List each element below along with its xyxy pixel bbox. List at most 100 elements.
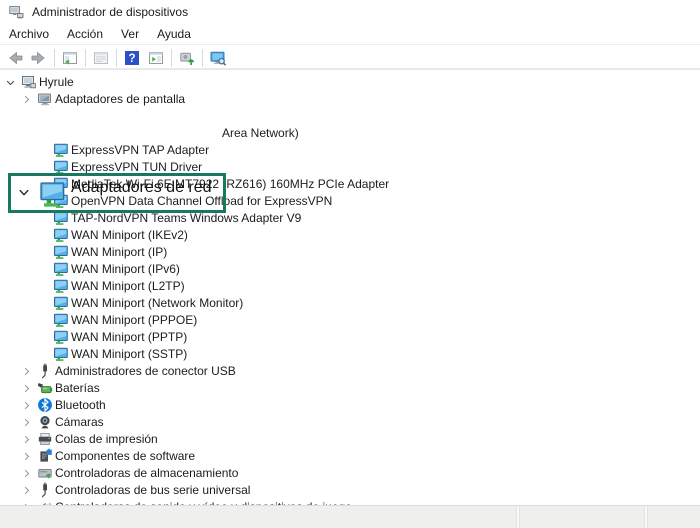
tree-item-adaptadores-de-pantalla[interactable]: Adaptadores de pantalla [0,91,700,108]
tree-item-controladoras-de-almacenamiento[interactable]: Controladoras de almacenamiento [0,465,700,482]
properties-button[interactable] [90,48,112,68]
tree-item-label: WAN Miniport (PPPOE) [71,313,198,327]
usb-icon [37,363,53,379]
chevron-right-icon[interactable] [21,400,32,411]
computer-icon [21,74,37,90]
tree-item-wan-miniport-ipv6[interactable]: WAN Miniport (IPv6) [0,261,700,278]
network-adapter-icon [53,142,69,158]
network-adapter-icon [53,312,69,328]
tree-item-area-network[interactable]: Area Network) [0,125,700,142]
tree-item-expressvpn-tap-adapter[interactable]: ExpressVPN TAP Adapter [0,142,700,159]
tree-item-wan-miniport-network-monitor[interactable]: WAN Miniport (Network Monitor) [0,295,700,312]
display-adapter-icon [37,91,53,107]
usb-icon [37,482,53,498]
tree-item-label: WAN Miniport (IPv6) [71,262,180,276]
tree-item-label: WAN Miniport (SSTP) [71,347,188,361]
device-manager-window: Administrador de dispositivos × ArchivoA… [0,0,700,528]
help-icon: ? [123,49,141,67]
device-manager-icon [209,49,227,67]
tree-item-label: Administradores de conector USB [55,364,236,378]
network-adapter-icon [53,278,69,294]
network-adapter-icon [53,295,69,311]
tree-item-wan-miniport-l2tp[interactable]: WAN Miniport (L2TP) [0,278,700,295]
tree-item-label: Componentes de software [55,449,196,463]
tree-item-controladoras-de-bus-serie-universal[interactable]: Controladoras de bus serie universal [0,482,700,499]
chevron-right-icon[interactable] [21,94,32,105]
menu-item-accion[interactable]: Acción [58,24,112,44]
tree-item-hyrule[interactable]: Hyrule [0,74,700,91]
chevron-right-icon[interactable] [21,383,32,394]
help-button[interactable]: ? [121,48,143,68]
network-adapter-icon [53,244,69,260]
highlight-box-adaptadores-de-red[interactable]: Adaptadores de red [8,173,226,213]
chevron-right-icon[interactable] [21,417,32,428]
toolbar-separator [116,48,117,67]
tree-item-colas-de-impresion[interactable]: Colas de impresión [0,431,700,448]
software-component-icon [37,448,53,464]
chevron-down-big-icon [17,185,31,199]
device-manager-button[interactable] [207,48,229,68]
forward-button[interactable] [28,48,50,68]
chevron-down-icon[interactable] [5,77,16,88]
tree-item-label: Cámaras [55,415,104,429]
camera-icon [37,414,53,430]
tree-item-componentes-de-software[interactable]: Componentes de software [0,448,700,465]
tree-item-camaras[interactable]: Cámaras [0,414,700,431]
tree-item-label: WAN Miniport (PPTP) [71,330,188,344]
chevron-right-icon[interactable] [21,468,32,479]
tree-item-label: Hyrule [39,75,74,89]
chevron-right-icon[interactable] [21,366,32,377]
tree-item-label: WAN Miniport (IP) [71,245,168,259]
toolbar-separator [54,48,55,67]
tree-item-wan-miniport-pppoe[interactable]: WAN Miniport (PPPOE) [0,312,700,329]
tree-item-wan-miniport-ikev2[interactable]: WAN Miniport (IKEv2) [0,227,700,244]
toolbar-group: ? [120,48,168,68]
network-adapter-icon [53,329,69,345]
toolbar-group [175,48,199,68]
toolbar-separator [171,48,172,67]
show-action-pane-button[interactable] [145,48,167,68]
toolbar-group [58,48,82,68]
network-adapter-icon [53,346,69,362]
toolbar-group [3,48,51,68]
show-console-tree-button[interactable] [59,48,81,68]
tree-item-label-partial: Area Network) [222,126,299,140]
chevron-right-icon[interactable] [21,451,32,462]
tree-item-label: Controladoras de bus serie universal [55,483,251,497]
storage-icon [37,465,53,481]
tree-item-label: Controladoras de almacenamiento [55,466,239,480]
back-icon [6,49,24,67]
tree-item-label: Adaptadores de red [71,179,212,196]
tree-item-label: ExpressVPN TAP Adapter [71,143,210,157]
tree-item-label: Bluetooth [55,398,106,412]
scan-hardware-changes-button[interactable] [176,48,198,68]
chevron-right-icon[interactable] [21,485,32,496]
back-button[interactable] [4,48,26,68]
forward-icon [30,49,48,67]
tree-item-wan-miniport-sstp[interactable]: WAN Miniport (SSTP) [0,346,700,363]
title-bar: Administrador de dispositivos × [0,0,700,24]
tree-item-administradores-de-conector-usb[interactable]: Administradores de conector USB [0,363,700,380]
menu-item-ver[interactable]: Ver [112,24,148,44]
network-adapter-icon [53,227,69,243]
network-adapter-big-icon [39,179,66,212]
battery-icon [37,380,53,396]
menu-item-archivo[interactable]: Archivo [0,24,58,44]
show-action-pane-icon [147,49,165,67]
tree-item-bluetooth[interactable]: Bluetooth [0,397,700,414]
tree-item-label: Baterías [55,381,100,395]
tree-item-baterias[interactable]: Baterías [0,380,700,397]
tree-item-wan-miniport-pptp[interactable]: WAN Miniport (PPTP) [0,329,700,346]
toolbar: ? [0,45,700,71]
toolbar-separator [202,48,203,67]
tree-item-label: Adaptadores de pantalla [55,92,186,106]
menu-item-ayuda[interactable]: Ayuda [148,24,200,44]
show-console-tree-icon [61,49,79,67]
bottom-strip-divider [644,506,648,528]
chevron-right-icon[interactable] [21,434,32,445]
properties-icon [92,49,110,67]
tree-item-wan-miniport-ip[interactable]: WAN Miniport (IP) [0,244,700,261]
menu-bar: Archivo Acción Ver Ayuda [0,24,700,45]
tree-item-label: WAN Miniport (IKEv2) [71,228,188,242]
device-tree: Hyrule Adaptadores de pantalla Adaptadores… [0,70,700,514]
